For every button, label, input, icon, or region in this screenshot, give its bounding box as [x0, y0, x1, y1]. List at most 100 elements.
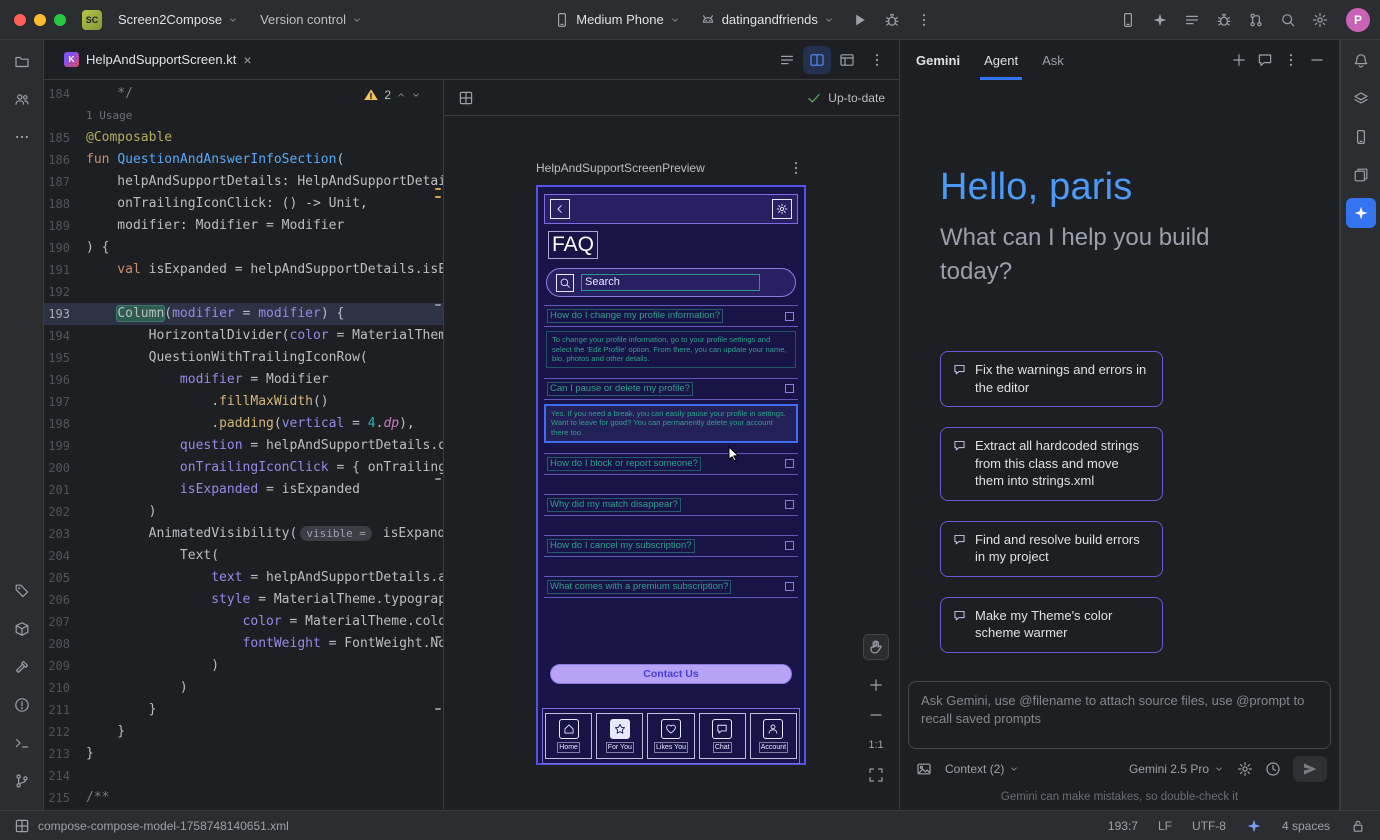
settings-icon[interactable]: [1306, 6, 1334, 34]
nav-item-chat[interactable]: Chat: [699, 713, 746, 759]
faq-question-row[interactable]: Why did my match disappear?: [544, 495, 798, 515]
preview-layout-icon[interactable]: [458, 90, 474, 106]
lock-icon[interactable]: [1350, 818, 1366, 834]
send-button[interactable]: [1293, 756, 1327, 782]
faq-question-row[interactable]: Can I pause or delete my profile?: [544, 379, 798, 399]
gemini-prompt-input[interactable]: Ask Gemini, use @filename to attach sour…: [908, 681, 1331, 749]
gemini-settings-button[interactable]: [1233, 757, 1257, 781]
suggestion-card[interactable]: Make my Theme's color scheme warmer: [940, 597, 1163, 653]
code-line[interactable]: 187 helpAndSupportDetails: HelpAndSuppor…: [44, 171, 443, 193]
code-line[interactable]: 207 color = MaterialTheme.colorScheme.on…: [44, 611, 443, 633]
avatar[interactable]: P: [1346, 8, 1370, 32]
vcs-selector[interactable]: Version control: [252, 8, 370, 31]
more-options-button[interactable]: [1279, 48, 1303, 72]
terminal-button[interactable]: [7, 728, 37, 758]
next-problem-button[interactable]: [411, 90, 421, 100]
code-line[interactable]: 190) {: [44, 237, 443, 259]
faq-question-row[interactable]: How do I change my profile information?: [544, 306, 798, 326]
ai-assistant-button[interactable]: [1346, 84, 1376, 114]
code-line[interactable]: 201 isExpanded = isExpanded: [44, 479, 443, 501]
nav-item-home[interactable]: Home: [545, 713, 592, 759]
zoom-in-button[interactable]: [863, 672, 889, 698]
new-chat-button[interactable]: [1227, 48, 1251, 72]
preview-build-status[interactable]: Up-to-date: [806, 90, 885, 106]
run-button[interactable]: [846, 6, 874, 34]
search-bar[interactable]: Search: [546, 268, 796, 297]
todo-list-icon[interactable]: [1178, 6, 1206, 34]
dependencies-button[interactable]: [7, 614, 37, 644]
conversation-history-button[interactable]: [1253, 48, 1277, 72]
file-encoding[interactable]: UTF-8: [1192, 819, 1226, 833]
back-button[interactable]: [550, 199, 570, 219]
editor-options-button[interactable]: [863, 46, 891, 74]
code-line[interactable]: 215/**: [44, 787, 443, 809]
code-line[interactable]: 194 HorizontalDivider(color = MaterialTh…: [44, 325, 443, 347]
pull-requests-button[interactable]: [7, 84, 37, 114]
bookmarks-button[interactable]: [7, 576, 37, 606]
search-everywhere-icon[interactable]: [1274, 6, 1302, 34]
model-selector[interactable]: Gemini 2.5 Pro: [1124, 759, 1229, 779]
code-line[interactable]: 186fun QuestionAndAnswerInfoSection(: [44, 149, 443, 171]
running-devices-button[interactable]: [1346, 160, 1376, 190]
line-ending[interactable]: LF: [1158, 819, 1172, 833]
notifications-button[interactable]: [1346, 46, 1376, 76]
project-selector[interactable]: Screen2Compose: [110, 8, 246, 31]
suggestion-card[interactable]: Find and resolve build errors in my proj…: [940, 521, 1163, 577]
code-line[interactable]: 209 ): [44, 655, 443, 677]
tab-agent[interactable]: Agent: [980, 40, 1022, 80]
code-line[interactable]: 212 }: [44, 721, 443, 743]
suggestion-card[interactable]: Extract all hardcoded strings from this …: [940, 427, 1163, 501]
code-line[interactable]: 210 ): [44, 677, 443, 699]
faq-question-row[interactable]: How do I block or report someone?: [544, 454, 798, 474]
expand-icon[interactable]: [785, 384, 794, 393]
faq-answer[interactable]: To change your profile information, go t…: [546, 331, 796, 368]
code-line[interactable]: 208 fontWeight = FontWeight.Normal: [44, 633, 443, 655]
close-tab-button[interactable]: ×: [243, 53, 251, 67]
maximize-window-button[interactable]: [54, 14, 66, 26]
error-stripe[interactable]: [433, 80, 443, 810]
code-line[interactable]: 213}: [44, 743, 443, 765]
design-view-button[interactable]: [833, 46, 861, 74]
code-line[interactable]: 199 question = helpAndSupportDetails.que…: [44, 435, 443, 457]
stripe-mark[interactable]: [435, 188, 441, 190]
code-editor[interactable]: 184 */1 Usage185@Composable186fun Questi…: [44, 80, 443, 810]
editor-tab[interactable]: K HelpAndSupportScreen.kt ×: [52, 40, 264, 79]
zoom-out-button[interactable]: [863, 702, 889, 728]
nav-item-account[interactable]: Account: [750, 713, 797, 759]
debug-button[interactable]: [878, 6, 906, 34]
preview-canvas[interactable]: HelpAndSupportScreenPreview FAQ: [444, 116, 899, 810]
expand-icon[interactable]: [785, 312, 794, 321]
faq-answer[interactable]: Yes. If you need a break, you can easily…: [544, 404, 798, 443]
more-tool-windows-button[interactable]: [7, 122, 37, 152]
run-config-selector[interactable]: datingandfriends: [692, 8, 842, 32]
ai-status-icon[interactable]: [1246, 818, 1262, 834]
status-file-icon[interactable]: [14, 818, 30, 834]
attach-image-button[interactable]: [912, 757, 936, 781]
app-quality-insights-icon[interactable]: [1210, 6, 1238, 34]
code-line[interactable]: 1 Usage: [44, 105, 443, 127]
zoom-reset-button[interactable]: 1:1: [863, 732, 889, 758]
code-line[interactable]: 197 .fillMaxWidth(): [44, 391, 443, 413]
code-line[interactable]: 205 text = helpAndSupportDetails.answer,: [44, 567, 443, 589]
prompt-history-button[interactable]: [1261, 757, 1285, 781]
hide-panel-button[interactable]: [1305, 48, 1329, 72]
device-manager-button[interactable]: [1346, 122, 1376, 152]
expand-icon[interactable]: [785, 582, 794, 591]
faq-question-row[interactable]: What comes with a premium subscription?: [544, 577, 798, 597]
device-selector[interactable]: Medium Phone: [546, 8, 687, 32]
code-view-button[interactable]: [773, 46, 801, 74]
stripe-mark[interactable]: [435, 304, 441, 306]
expand-icon[interactable]: [785, 541, 794, 550]
code-line[interactable]: 206 style = MaterialTheme.typography.bod…: [44, 589, 443, 611]
code-line[interactable]: 203 AnimatedVisibility(visible = isExpan…: [44, 523, 443, 545]
problems-button[interactable]: [7, 690, 37, 720]
build-button[interactable]: [7, 652, 37, 682]
previous-problem-button[interactable]: [396, 90, 406, 100]
gemini-actions-icon[interactable]: [1146, 6, 1174, 34]
more-run-actions-button[interactable]: [910, 6, 938, 34]
stripe-mark[interactable]: [435, 636, 441, 638]
project-button[interactable]: [7, 46, 37, 76]
code-line[interactable]: 195 QuestionWithTrailingIconRow(: [44, 347, 443, 369]
code-line[interactable]: 200 onTrailingIconClick = { onTrailingIc…: [44, 457, 443, 479]
code-line[interactable]: 211 }: [44, 699, 443, 721]
